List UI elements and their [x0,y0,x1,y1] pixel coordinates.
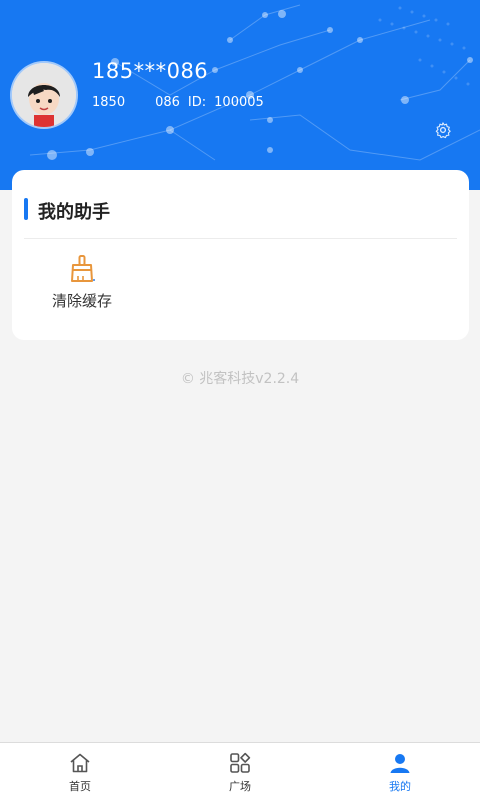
clear-cache-button[interactable]: 清除缓存 [42,254,122,314]
card-title: 我的助手 [38,202,110,223]
id-label: ID: [187,95,207,110]
tab-mine[interactable]: 我的 [320,743,480,800]
user-phone: 185***086 [92,59,209,83]
avatar-image [12,63,76,127]
bottom-tab-bar: 首页 广场 我的 [0,742,480,800]
copyright-text: © 兆客科技v2.2.4 [180,371,300,387]
clear-cache-label: 清除缓存 [51,292,112,310]
grid-icon [230,752,251,773]
tab-mine-label: 我的 [389,780,411,793]
tab-square-label: 广场 [229,780,251,793]
user-subinfo: 1850 086 ID: 100005 [92,95,272,110]
sub-prefix: 1850 [92,95,126,110]
tab-home-label: 首页 [69,780,91,793]
title-accent-bar [24,198,28,220]
user-icon [390,754,410,773]
broom-icon [71,255,95,282]
assistant-card: 我的助手 清除缓存 [12,170,469,340]
avatar[interactable] [12,63,76,127]
profile-page: 185***086 1850 086 ID: 100005 我的助手 清除缓存 © 兆… [0,0,480,800]
tab-square[interactable]: 广场 [160,743,320,800]
sub-suffix: 086 [155,95,180,110]
divider [24,238,457,239]
profile-header: 185***086 1850 086 ID: 100005 [0,0,480,190]
home-icon [70,753,90,773]
tab-home[interactable]: 首页 [0,743,160,800]
id-value: 100005 [214,95,264,110]
gear-icon[interactable] [434,121,452,139]
